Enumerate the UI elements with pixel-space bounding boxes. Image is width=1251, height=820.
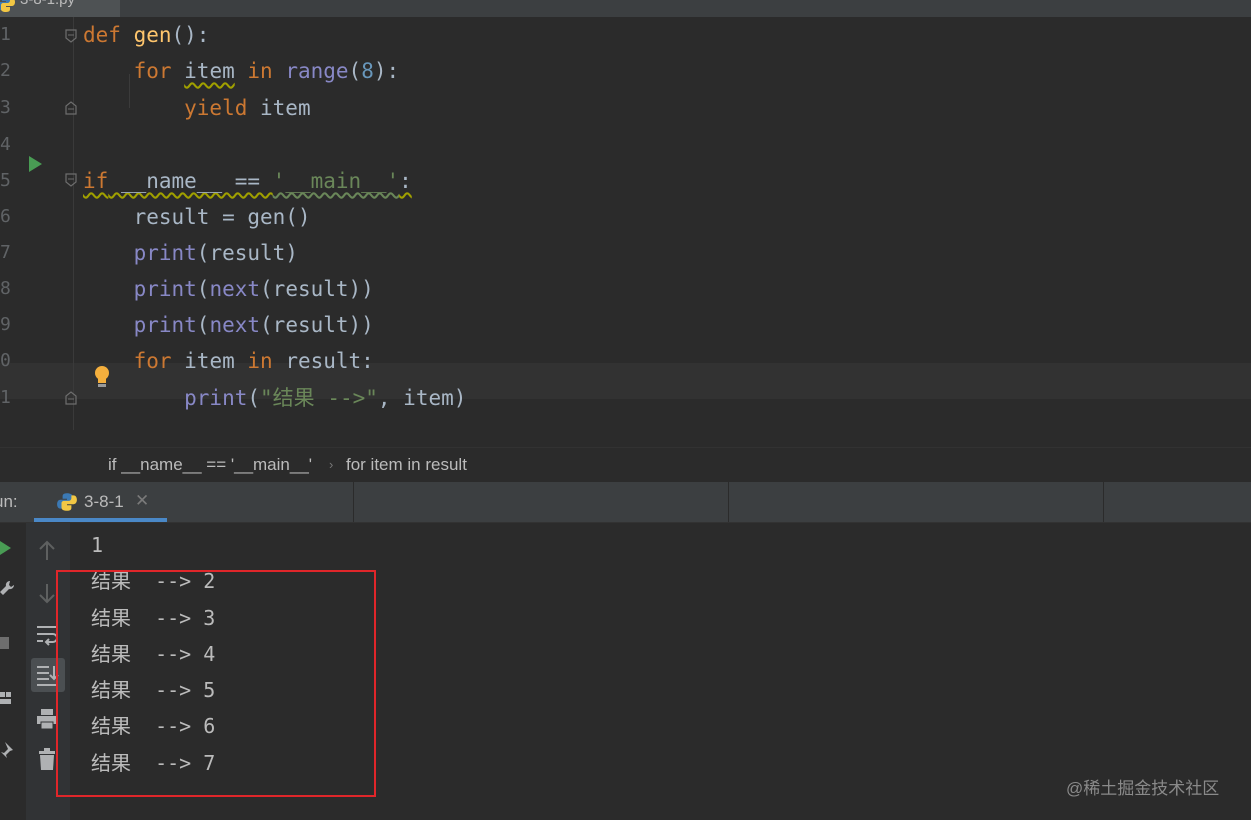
line-number: 3	[0, 97, 11, 118]
code-token: (result))	[260, 277, 374, 301]
fold-end-marker-icon[interactable]	[64, 390, 78, 406]
wrench-icon[interactable]	[0, 580, 14, 598]
code-token: item	[184, 59, 235, 83]
code-token: print	[83, 241, 197, 265]
line-number: 1	[0, 387, 11, 408]
code-token: (result))	[260, 313, 374, 337]
code-token: gen	[133, 23, 172, 47]
code-line[interactable]: print(result)	[83, 235, 298, 271]
code-token: print	[83, 277, 197, 301]
code-token: ():	[171, 23, 210, 47]
code-token: , item)	[377, 386, 467, 410]
pin-icon[interactable]	[0, 741, 14, 759]
code-line[interactable]: for item in result:	[83, 343, 374, 379]
highlight-box	[56, 570, 376, 797]
code-token: range	[285, 59, 349, 83]
code-line[interactable]: for item in range(8):	[83, 53, 400, 89]
console-line: 1	[91, 533, 104, 557]
code-token: (	[348, 59, 362, 83]
line-number: 0	[0, 350, 11, 371]
code-token: (	[196, 313, 210, 337]
watermark: @稀土掘金技术社区	[1066, 779, 1220, 798]
stop-icon[interactable]	[0, 635, 10, 651]
python-file-icon	[0, 0, 15, 12]
code-token: (result)	[196, 241, 298, 265]
code-token: in	[234, 59, 286, 83]
code-token: item	[260, 96, 311, 120]
line-number: 1	[0, 24, 11, 45]
code-line[interactable]: def gen():	[83, 17, 209, 53]
layout-icon[interactable]	[0, 690, 12, 706]
breadcrumb-separator-icon: ›	[329, 457, 334, 472]
line-number: 5	[0, 170, 11, 191]
line-number: 4	[0, 134, 11, 155]
line-number: 2	[0, 60, 11, 81]
code-token: in	[247, 349, 286, 373]
run-tool-window-header: un: 3-8-1 ✕	[0, 482, 1251, 523]
code-line[interactable]: if __name__ == '__main__':	[83, 163, 412, 199]
lightbulb-icon[interactable]	[92, 365, 112, 389]
line-number: 8	[0, 278, 11, 299]
code-token: if	[83, 169, 109, 193]
code-token: __name__ ==	[108, 169, 273, 193]
line-number: 9	[0, 314, 11, 335]
code-token: "结果 -->"	[260, 386, 378, 410]
run-tab-label: 3-8-1	[84, 492, 124, 511]
breadcrumb-item-if-main[interactable]: if __name__ == '__main__'	[108, 455, 312, 475]
breadcrumb-item-for-loop[interactable]: for item in result	[346, 455, 467, 475]
close-icon[interactable]: ✕	[135, 491, 149, 511]
run-side-toolbar	[0, 523, 16, 820]
code-line[interactable]: print("结果 -->", item)	[83, 380, 466, 416]
run-label: un:	[0, 492, 18, 511]
code-token: (	[247, 386, 261, 410]
gutter-separator	[73, 17, 74, 430]
run-icon[interactable]	[27, 155, 43, 173]
up-arrow-icon[interactable]	[34, 538, 60, 564]
active-tab-indicator	[34, 518, 167, 522]
code-token: print	[83, 313, 197, 337]
code-token: yield	[83, 96, 261, 120]
code-token: 8	[361, 59, 374, 83]
line-number: 6	[0, 206, 11, 227]
header-divider	[1103, 482, 1104, 522]
editor-tab-strip: 3-8-1.py	[0, 0, 1251, 17]
run-config-tab[interactable]: 3-8-1 ✕	[34, 482, 167, 522]
code-token: (	[196, 277, 210, 301]
code-token: :	[399, 169, 412, 193]
file-tab[interactable]: 3-8-1.py	[0, 0, 120, 17]
header-divider	[728, 482, 729, 522]
code-token: def	[83, 23, 134, 47]
code-token: next	[209, 313, 261, 337]
line-number: 7	[0, 242, 11, 263]
code-token: result = gen()	[83, 205, 311, 229]
code-line[interactable]: yield item	[83, 90, 311, 126]
fold-marker-icon[interactable]	[64, 172, 78, 188]
code-line[interactable]: print(next(result))	[83, 307, 374, 343]
file-tab-label: 3-8-1.py	[20, 0, 75, 8]
code-token: item	[184, 349, 248, 373]
code-line[interactable]: result = gen()	[83, 199, 311, 235]
code-line[interactable]: print(next(result))	[83, 271, 374, 307]
code-token: next	[209, 277, 261, 301]
code-token: print	[83, 386, 248, 410]
python-icon	[57, 493, 77, 511]
fold-end-marker-icon[interactable]	[64, 100, 78, 116]
code-token: for	[83, 59, 185, 83]
code-token: '__main__'	[272, 169, 400, 193]
rerun-icon[interactable]	[0, 540, 12, 556]
code-token: result:	[285, 349, 374, 373]
fold-marker-icon[interactable]	[64, 28, 78, 44]
header-divider	[353, 482, 354, 522]
breadcrumb: if __name__ == '__main__' › for item in …	[0, 447, 1251, 483]
code-token: ):	[373, 59, 400, 83]
